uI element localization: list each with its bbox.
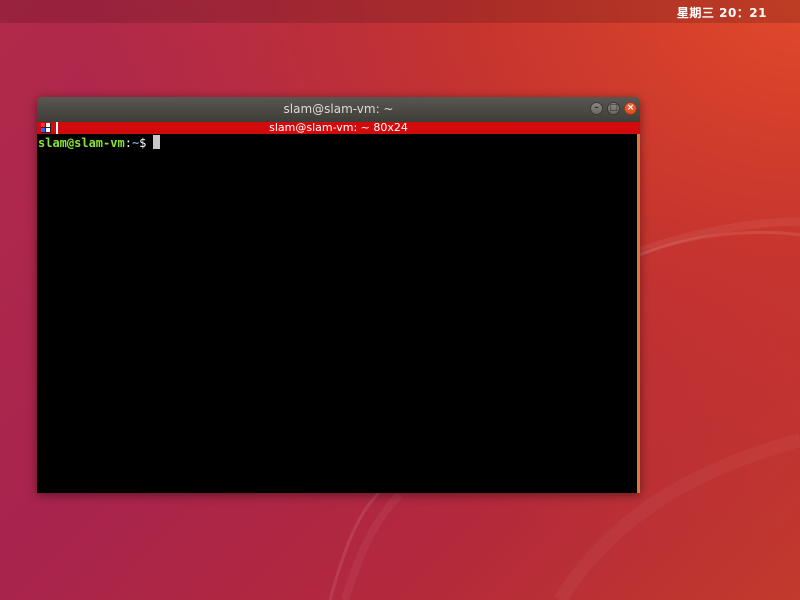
close-button[interactable]: × <box>624 102 637 115</box>
text-cursor <box>153 135 161 149</box>
window-titlebar[interactable]: slam@slam-vm: ~ – □ × <box>37 97 640 122</box>
minimize-button[interactable]: – <box>590 102 603 115</box>
prompt-symbol: $ <box>139 136 147 150</box>
desktop: 星期三 20：21 slam@slam-vm: ~ – □ × slam@sla… <box>0 0 800 600</box>
maximize-icon: □ <box>609 103 618 113</box>
maximize-button[interactable]: □ <box>607 102 620 115</box>
terminal-window[interactable]: slam@slam-vm: ~ – □ × slam@slam-vm: ~ 80… <box>37 97 640 493</box>
window-title: slam@slam-vm: ~ <box>283 102 394 116</box>
prompt-line: slam@slam-vm:~$ <box>38 135 161 151</box>
tab-title: slam@slam-vm: ~ 80x24 <box>269 121 408 134</box>
prompt-user-host: slam@slam-vm <box>38 136 125 150</box>
prompt-separator: : <box>124 136 132 150</box>
terminator-tab-bar[interactable]: slam@slam-vm: ~ 80x24 <box>37 121 640 134</box>
top-panel: 星期三 20：21 <box>0 0 800 23</box>
scrollbar[interactable] <box>637 134 640 493</box>
minimize-icon: – <box>594 103 599 113</box>
terminal-area[interactable]: slam@slam-vm:~$ <box>37 134 640 493</box>
close-icon: × <box>626 103 635 113</box>
clock[interactable]: 星期三 20：21 <box>677 4 767 21</box>
